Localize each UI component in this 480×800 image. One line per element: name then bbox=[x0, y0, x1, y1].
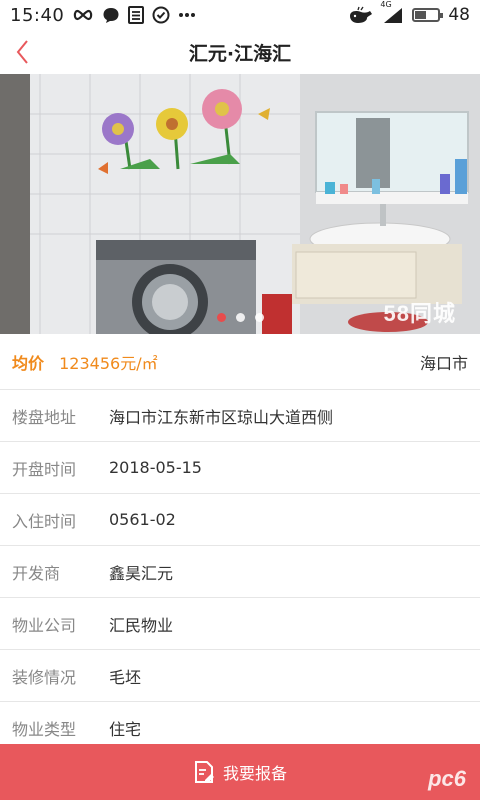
report-button-label: 我要报备 bbox=[222, 764, 287, 783]
detail-label: 楼盘地址 bbox=[12, 407, 77, 427]
city-label: 海口市 bbox=[419, 353, 468, 373]
detail-value: 鑫昊汇元 bbox=[109, 563, 174, 583]
detail-row-developer: 开发商 鑫昊汇元 bbox=[0, 546, 480, 598]
carousel-dot[interactable] bbox=[235, 313, 245, 322]
report-button[interactable]: 我要报备 bbox=[193, 760, 287, 784]
detail-label: 物业公司 bbox=[12, 615, 77, 635]
detail-label: 装修情况 bbox=[12, 667, 77, 687]
price-info: 均价 123456元/㎡ bbox=[12, 350, 158, 374]
status-left: 15:40 bbox=[10, 5, 196, 26]
signal-icon: 4G bbox=[380, 0, 404, 24]
chat-icon bbox=[102, 6, 120, 24]
detail-row-move-in-date: 入住时间 0561-02 bbox=[0, 494, 480, 546]
infinity-icon bbox=[72, 9, 94, 21]
photo-carousel[interactable]: 58同城 bbox=[0, 74, 480, 334]
list-icon bbox=[128, 6, 145, 24]
detail-value: 海口市江东新市区琼山大道西侧 bbox=[109, 407, 334, 427]
battery-fill bbox=[415, 11, 427, 19]
pc6-logo: pc6 bbox=[428, 766, 466, 791]
detail-row-property-company: 物业公司 汇民物业 bbox=[0, 598, 480, 650]
battery-level: 48 bbox=[448, 5, 470, 25]
page-title: 汇元·江海汇 bbox=[188, 42, 292, 65]
price-value: 123456元/㎡ bbox=[59, 353, 158, 373]
detail-row-address: 楼盘地址 海口市江东新市区琼山大道西侧 bbox=[0, 390, 480, 442]
price-label: 均价 bbox=[12, 353, 45, 373]
check-circle-icon bbox=[152, 6, 170, 24]
detail-value: 毛坯 bbox=[109, 667, 142, 687]
detail-label: 开发商 bbox=[12, 563, 61, 583]
more-dots-icon bbox=[178, 12, 196, 18]
property-photo bbox=[0, 74, 480, 334]
detail-value: 汇民物业 bbox=[109, 615, 174, 635]
report-bar[interactable]: 我要报备 pc6 bbox=[0, 744, 480, 800]
back-button[interactable] bbox=[16, 36, 52, 68]
carousel-dot[interactable] bbox=[254, 313, 264, 322]
nav-bar: 汇元·江海汇 bbox=[0, 30, 480, 74]
detail-label: 入住时间 bbox=[12, 511, 77, 531]
detail-row-decoration: 装修情况 毛坯 bbox=[0, 650, 480, 702]
details-list: 楼盘地址 海口市江东新市区琼山大道西侧 开盘时间 2018-05-15 入住时间… bbox=[0, 390, 480, 754]
back-chevron-icon bbox=[16, 40, 28, 64]
status-bar: 15:40 4G 48 bbox=[0, 0, 480, 30]
detail-row-open-date: 开盘时间 2018-05-15 bbox=[0, 442, 480, 494]
battery-icon bbox=[412, 8, 444, 22]
carousel-dot[interactable] bbox=[216, 313, 226, 322]
status-time: 15:40 bbox=[10, 4, 65, 26]
detail-value: 住宅 bbox=[109, 719, 142, 739]
detail-label: 物业类型 bbox=[12, 719, 77, 739]
network-type: 4G bbox=[380, 0, 392, 9]
whale-icon bbox=[348, 6, 374, 24]
watermark-58: 58同城 bbox=[383, 301, 456, 326]
detail-value: 0561-02 bbox=[109, 510, 176, 529]
report-doc-icon bbox=[194, 761, 214, 783]
status-right: 4G 48 bbox=[348, 0, 470, 25]
price-row: 均价 123456元/㎡ 海口市 bbox=[0, 334, 480, 390]
detail-value: 2018-05-15 bbox=[109, 458, 202, 477]
detail-label: 开盘时间 bbox=[12, 459, 77, 479]
